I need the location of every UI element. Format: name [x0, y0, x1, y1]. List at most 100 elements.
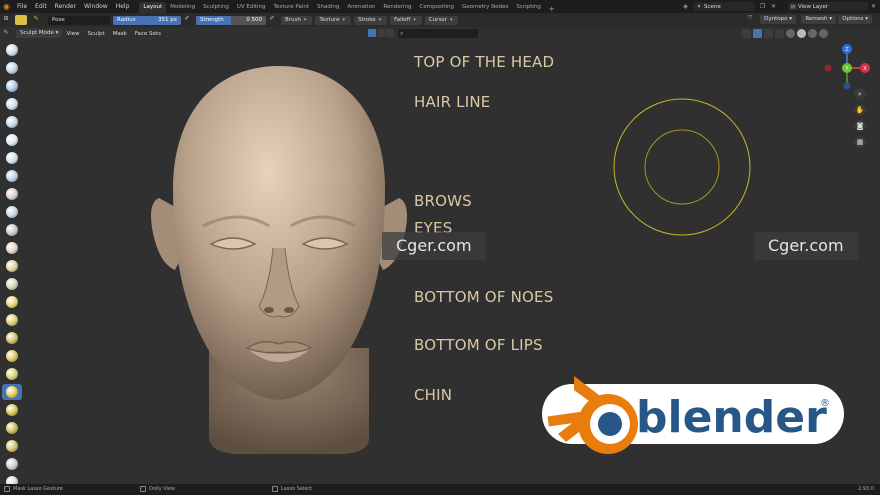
viewport-search-field[interactable]: ⌕ [398, 29, 478, 38]
options-dropdown[interactable]: Options ▾ [838, 15, 872, 24]
scene-copy-icon[interactable]: ❐ [758, 2, 767, 11]
tool-draw-sharp[interactable] [2, 60, 22, 76]
tool-flatten[interactable] [2, 222, 22, 238]
scene-icon[interactable]: ◈ [681, 2, 690, 11]
overlay-toggle-icon[interactable] [764, 29, 773, 38]
mode-label: Sculpt Mode [20, 30, 54, 36]
mouse-left-icon [4, 485, 10, 492]
shading-wireframe-icon[interactable] [786, 29, 795, 38]
tool-elastic-deform[interactable] [2, 330, 22, 346]
shading-material-icon[interactable] [808, 29, 817, 38]
tool-clay-thumb[interactable] [2, 114, 22, 130]
tab-rendering[interactable]: Rendering [379, 2, 415, 13]
tab-animation[interactable]: Animation [343, 2, 379, 13]
tool-thumb[interactable] [2, 366, 22, 382]
navigation-gizmo[interactable]: Z X Y [822, 42, 872, 94]
symmetry-x-toggle[interactable] [368, 29, 376, 37]
stroke-dropdown[interactable]: Stroke [354, 15, 388, 25]
ortho-grid-icon[interactable]: ▦ [854, 136, 866, 148]
texture-dropdown[interactable]: Texture [315, 15, 352, 25]
menu-mask[interactable]: Mask [109, 31, 131, 37]
zoom-icon[interactable]: ⌕ [854, 88, 866, 100]
menu-face-sets[interactable]: Face Sets [131, 31, 165, 37]
view-layer-remove-icon[interactable]: ✕ [869, 2, 878, 11]
tool-rotate[interactable] [2, 420, 22, 436]
tab-geometry-nodes[interactable]: Geometry Nodes [458, 2, 512, 13]
tool-pinch[interactable] [2, 294, 22, 310]
tool-grab[interactable] [2, 312, 22, 328]
menu-help[interactable]: Help [112, 3, 134, 10]
symmetry-y-toggle[interactable] [377, 29, 385, 37]
tool-inflate[interactable] [2, 150, 22, 166]
tab-modeling[interactable]: Modeling [166, 2, 199, 13]
draw-icon [6, 44, 18, 56]
radius-slider[interactable]: Radius 351 px [113, 15, 181, 25]
transform-icon[interactable]: ⤧ [744, 15, 756, 25]
nudge-icon [6, 404, 18, 416]
add-workspace-button[interactable]: + [545, 5, 559, 13]
falloff-dropdown[interactable]: Falloff [390, 15, 422, 25]
3d-viewport[interactable]: TOP OF THE HEAD HAIR LINE BROWS EYES BOT… [26, 40, 880, 483]
symmetry-z-toggle[interactable] [386, 29, 394, 37]
tool-fill[interactable] [2, 240, 22, 256]
tab-layout[interactable]: Layout [139, 2, 167, 13]
strength-slider[interactable]: Strength 0.500 [196, 15, 266, 25]
menu-render[interactable]: Render [51, 3, 80, 10]
rotate-icon [6, 422, 18, 434]
view-layer-selector[interactable]: ▤ View Layer [788, 2, 868, 11]
shading-solid-icon[interactable] [797, 29, 806, 38]
mode-selector[interactable]: Sculpt Mode ▾ [16, 29, 63, 38]
remesh-dropdown[interactable]: Remesh ▾ [801, 15, 836, 24]
menu-view[interactable]: View [62, 31, 83, 37]
camera-view-icon[interactable]: ◙ [854, 120, 866, 132]
tool-draw[interactable] [2, 42, 22, 58]
tab-compositing[interactable]: Compositing [416, 2, 458, 13]
tool-slide-relax[interactable] [2, 438, 22, 454]
tab-texture-paint[interactable]: Texture Paint [270, 2, 314, 13]
gizmo-toggle-icon[interactable] [753, 29, 762, 38]
menu-edit[interactable]: Edit [31, 3, 51, 10]
visibility-icon[interactable] [742, 29, 751, 38]
scene-selector[interactable]: ▾ Scene [694, 2, 754, 11]
editor-type-icon[interactable]: ⊞ [0, 15, 12, 25]
brush-name-field[interactable]: Pose [48, 15, 110, 25]
tool-multiplane-scrape[interactable] [2, 276, 22, 292]
tool-nudge[interactable] [2, 402, 22, 418]
pan-hand-icon[interactable]: ✋ [854, 104, 866, 116]
tab-shading[interactable]: Shading [313, 2, 343, 13]
menu-window[interactable]: Window [80, 3, 112, 10]
tool-layer[interactable] [2, 132, 22, 148]
strength-pressure-icon[interactable]: ✐ [266, 15, 278, 25]
tool-boundary[interactable] [2, 456, 22, 472]
scene-remove-icon[interactable]: ✕ [769, 2, 778, 11]
gizmo-neg-z-axis[interactable] [843, 82, 851, 90]
tool-pose[interactable] [2, 384, 22, 400]
tool-crease[interactable] [2, 186, 22, 202]
tool-scrape[interactable] [2, 258, 22, 274]
blender-logo-icon[interactable]: ◉ [0, 0, 13, 13]
flatten-icon [6, 224, 18, 236]
radius-pressure-icon[interactable]: ✐ [181, 15, 193, 25]
tool-smooth[interactable] [2, 204, 22, 220]
cursor-dropdown[interactable]: Cursor [424, 15, 459, 25]
scene-name: Scene [704, 3, 721, 10]
shading-rendered-icon[interactable] [819, 29, 828, 38]
tab-sculpting[interactable]: Sculpting [199, 2, 233, 13]
tool-blob[interactable] [2, 168, 22, 184]
status-right-text: Lasso Select [281, 486, 313, 492]
menu-sculpt[interactable]: Sculpt [84, 31, 109, 37]
brush-color-icon[interactable]: ✎ [30, 15, 42, 25]
tab-scripting[interactable]: Scripting [512, 2, 544, 13]
tool-snake-hook[interactable] [2, 348, 22, 364]
brush-preview-icon[interactable] [15, 15, 27, 25]
dyntopo-dropdown[interactable]: Dyntopo ▾ [760, 15, 796, 24]
menu-file[interactable]: File [13, 3, 31, 10]
tool-clay[interactable] [2, 78, 22, 94]
xray-toggle-icon[interactable] [775, 29, 784, 38]
tab-uv-editing[interactable]: UV Editing [233, 2, 270, 13]
sculpt-icon[interactable]: ✎ [0, 29, 12, 39]
brush-dropdown[interactable]: Brush [281, 15, 313, 25]
tool-clay-strips[interactable] [2, 96, 22, 112]
gizmo-neg-x-axis[interactable] [824, 64, 832, 72]
brush-radius-cursor [613, 98, 751, 236]
